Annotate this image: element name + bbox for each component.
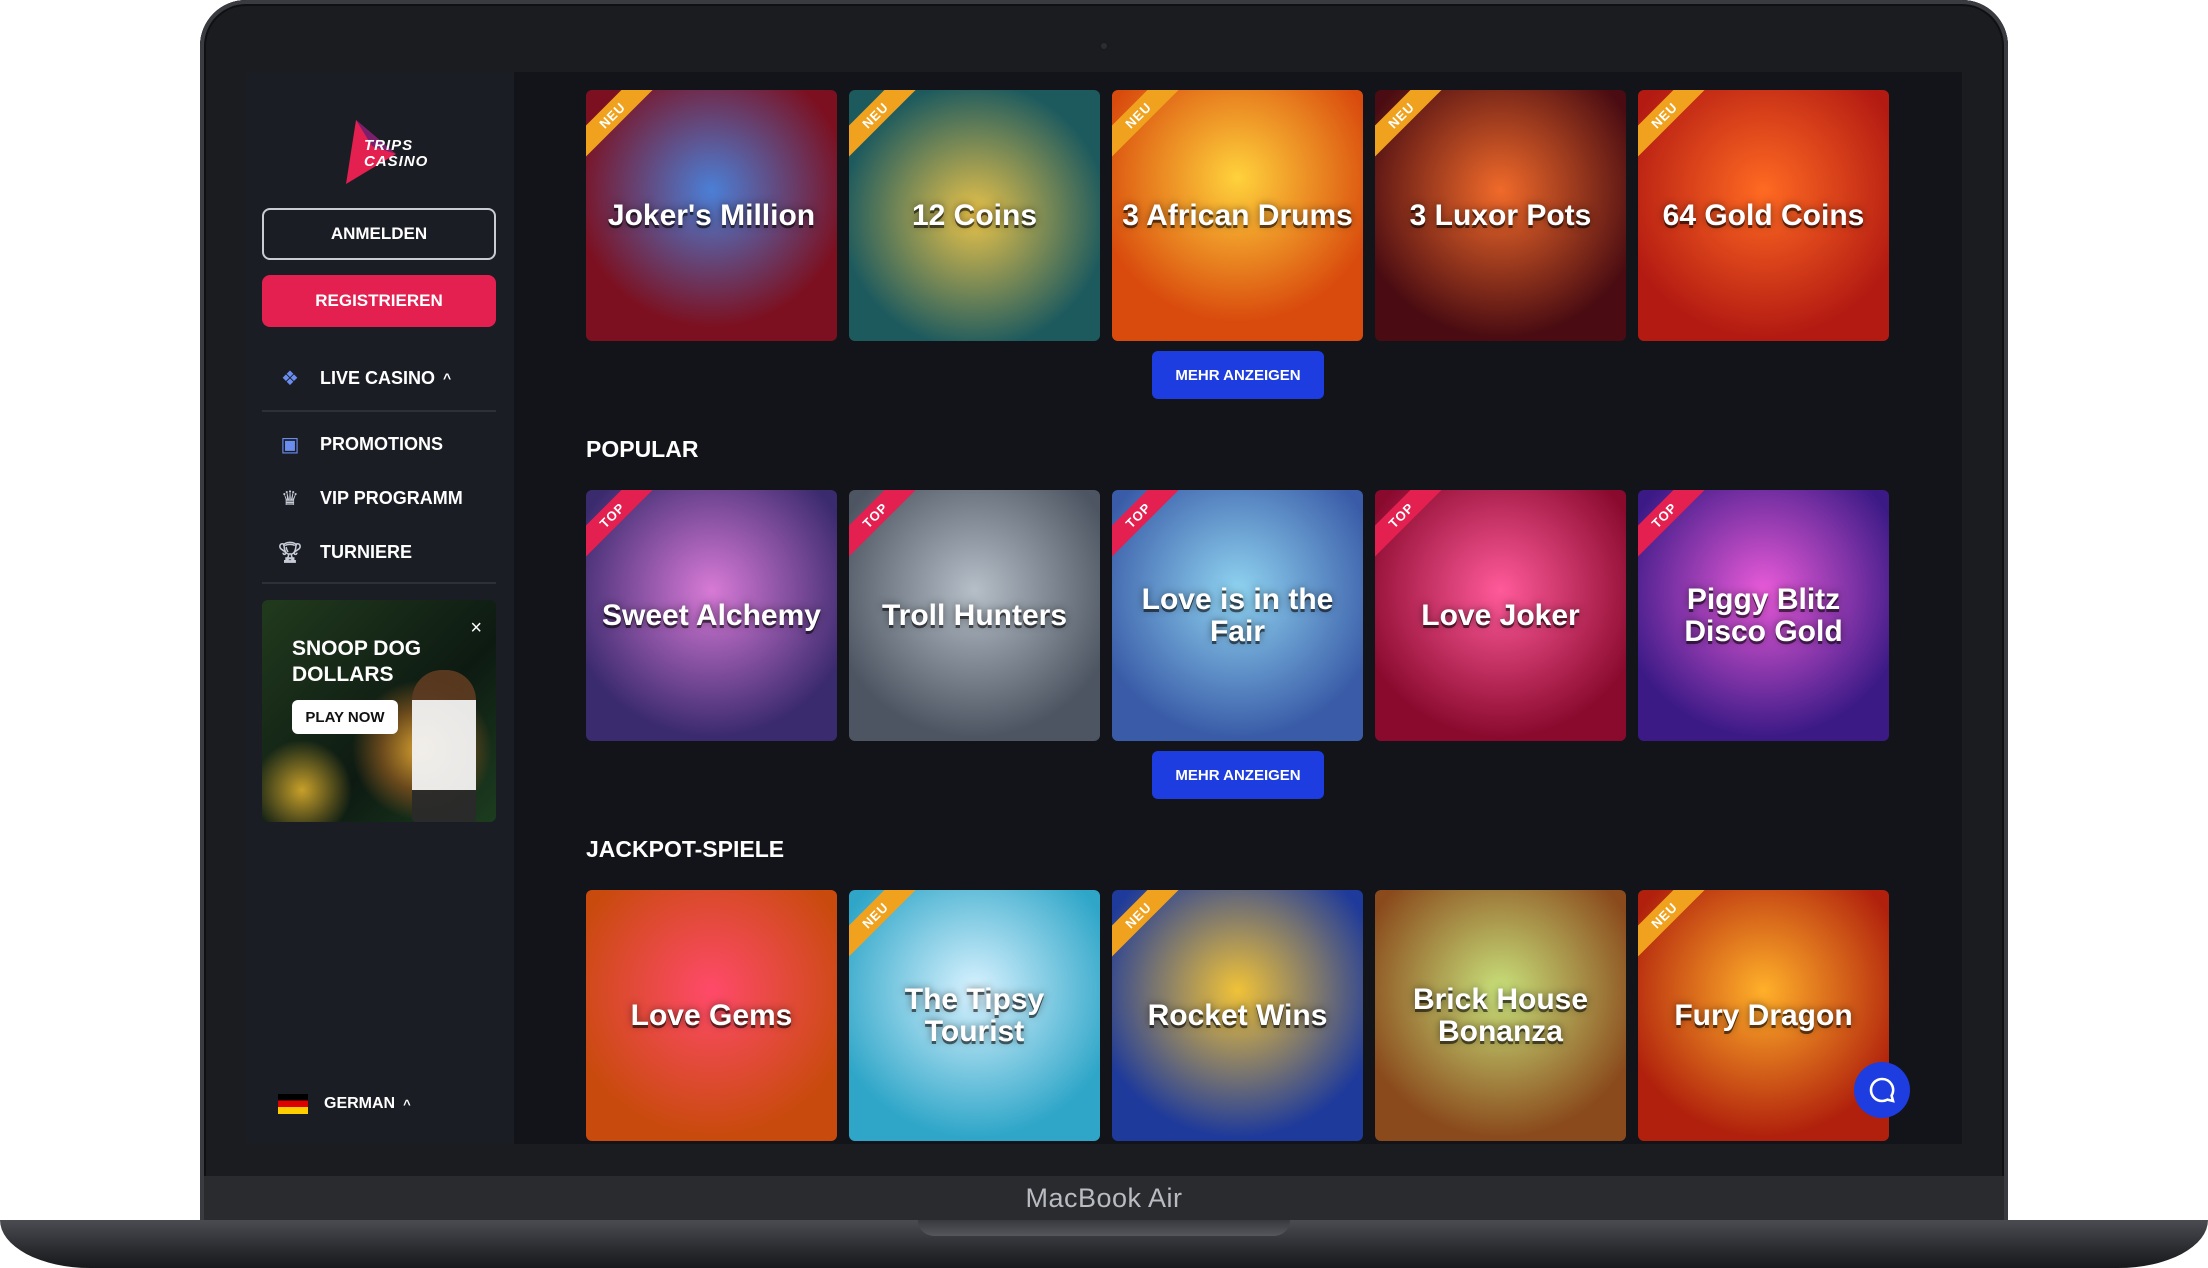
divider bbox=[262, 410, 496, 412]
divider bbox=[262, 582, 496, 584]
logo-text: TRIPS CASINO bbox=[364, 138, 428, 170]
game-title: Love Joker bbox=[1421, 598, 1580, 632]
game-tile[interactable]: NEU 12 Coins bbox=[849, 90, 1100, 341]
badge-neu: NEU bbox=[1112, 890, 1189, 966]
game-title: Love Gems bbox=[630, 998, 793, 1032]
badge-neu: NEU bbox=[1638, 90, 1715, 166]
game-tile[interactable]: TOP Troll Hunters bbox=[849, 490, 1100, 741]
promo-title: SNOOP DOG DOLLARS bbox=[292, 636, 421, 688]
login-button[interactable]: ANMELDEN bbox=[262, 208, 496, 260]
trophy-icon: 🏆︎ bbox=[277, 541, 303, 564]
game-tile[interactable]: Brick House Bonanza bbox=[1375, 890, 1626, 1141]
game-title: Fury Dragon bbox=[1674, 998, 1853, 1032]
badge-top: TOP bbox=[1112, 490, 1189, 566]
game-title: Love is in the Fair bbox=[1141, 582, 1334, 648]
badge-neu: NEU bbox=[1112, 90, 1189, 166]
sidebar-item-live-casino[interactable]: ❖ LIVE CASINO ^ bbox=[262, 358, 496, 398]
badge-neu: NEU bbox=[849, 90, 926, 166]
camera bbox=[1098, 40, 1110, 52]
sidebar-item-label: PROMOTIONS bbox=[320, 433, 444, 454]
promo-figure bbox=[412, 670, 476, 822]
game-title: Joker's Million bbox=[607, 198, 816, 232]
game-title: The Tipsy Tourist bbox=[904, 982, 1045, 1048]
promo-banner[interactable]: SNOOP DOG DOLLARS PLAY NOW × bbox=[262, 600, 496, 822]
game-tile[interactable]: NEU Rocket Wins bbox=[1112, 890, 1363, 1141]
sidebar-item-label: TURNIERE bbox=[320, 541, 413, 562]
game-tile[interactable]: Love Gems bbox=[586, 890, 837, 1141]
badge-neu: NEU bbox=[1375, 90, 1452, 166]
register-button[interactable]: REGISTRIEREN bbox=[262, 275, 496, 327]
game-title: Brick House Bonanza bbox=[1412, 982, 1589, 1048]
game-title: 3 African Drums bbox=[1122, 198, 1353, 232]
close-icon[interactable]: × bbox=[470, 618, 482, 638]
screen: TRIPS CASINO ANMELDEN REGISTRIEREN ❖ LIV… bbox=[246, 72, 1962, 1144]
game-tile[interactable]: TOP Love is in the Fair bbox=[1112, 490, 1363, 741]
show-more-button[interactable]: MEHR ANZEIGEN bbox=[1152, 751, 1324, 799]
device-label: MacBook Air bbox=[1025, 1183, 1183, 1213]
game-title: Troll Hunters bbox=[881, 598, 1068, 632]
language-selector[interactable]: GERMAN ^ bbox=[278, 1094, 411, 1114]
language-label: GERMAN bbox=[324, 1095, 396, 1112]
game-tile[interactable]: NEU 3 African Drums bbox=[1112, 90, 1363, 341]
sidebar-item-tournaments[interactable]: 🏆︎ TURNIERE bbox=[262, 532, 496, 572]
section-title-jackpot: JACKPOT-SPIELE bbox=[586, 836, 785, 862]
badge-neu: NEU bbox=[1638, 890, 1715, 966]
gift-icon: ▣ bbox=[280, 433, 300, 456]
live-casino-icon: ❖ bbox=[281, 367, 299, 390]
game-tile[interactable]: TOP Piggy Blitz Disco Gold bbox=[1638, 490, 1889, 741]
badge-top: TOP bbox=[586, 490, 663, 566]
section-title-popular: POPULAR bbox=[586, 436, 699, 462]
logo-line-1: TRIPS bbox=[364, 137, 414, 154]
chat-icon bbox=[1869, 1077, 1895, 1103]
logo-line-2: CASINO bbox=[364, 153, 429, 170]
sidebar-item-promotions[interactable]: ▣ PROMOTIONS bbox=[262, 424, 496, 464]
game-title: 64 Gold Coins bbox=[1662, 198, 1865, 232]
game-tile[interactable]: TOP Love Joker bbox=[1375, 490, 1626, 741]
game-tile[interactable]: TOP Sweet Alchemy bbox=[586, 490, 837, 741]
chevron-up-icon: ^ bbox=[443, 370, 452, 386]
game-tile[interactable]: NEU Fury Dragon bbox=[1638, 890, 1889, 1141]
game-title: Sweet Alchemy bbox=[602, 598, 821, 632]
badge-top: TOP bbox=[1375, 490, 1452, 566]
game-tile[interactable]: NEU 3 Luxor Pots bbox=[1375, 90, 1626, 341]
game-tile[interactable]: NEU 64 Gold Coins bbox=[1638, 90, 1889, 341]
sidebar-item-label: LIVE CASINO bbox=[320, 367, 436, 388]
play-now-button[interactable]: PLAY NOW bbox=[292, 700, 398, 734]
sidebar-item-vip[interactable]: ♛ VIP PROGRAMM bbox=[262, 478, 496, 518]
chevron-up-icon: ^ bbox=[403, 1096, 411, 1112]
sidebar: TRIPS CASINO ANMELDEN REGISTRIEREN ❖ LIV… bbox=[246, 72, 514, 1144]
game-tile[interactable]: NEU Joker's Million bbox=[586, 90, 837, 341]
laptop-notch bbox=[918, 1220, 1290, 1236]
game-title: Piggy Blitz Disco Gold bbox=[1684, 582, 1843, 648]
game-tile[interactable]: NEU The Tipsy Tourist bbox=[849, 890, 1100, 1141]
game-title: Rocket Wins bbox=[1147, 998, 1328, 1032]
badge-neu: NEU bbox=[849, 890, 926, 966]
chat-button[interactable] bbox=[1854, 1062, 1910, 1118]
promo-title-line-2: DOLLARS bbox=[292, 663, 394, 686]
sidebar-item-label: VIP PROGRAMM bbox=[320, 487, 463, 508]
badge-top: TOP bbox=[849, 490, 926, 566]
promo-title-line-1: SNOOP DOG bbox=[292, 637, 422, 660]
badge-neu: NEU bbox=[586, 90, 663, 166]
game-title: 3 Luxor Pots bbox=[1409, 198, 1592, 232]
crown-icon: ♛ bbox=[281, 487, 299, 510]
show-more-button[interactable]: MEHR ANZEIGEN bbox=[1152, 351, 1324, 399]
german-flag-icon bbox=[278, 1094, 308, 1114]
game-title: 12 Coins bbox=[911, 198, 1038, 232]
badge-top: TOP bbox=[1638, 490, 1715, 566]
